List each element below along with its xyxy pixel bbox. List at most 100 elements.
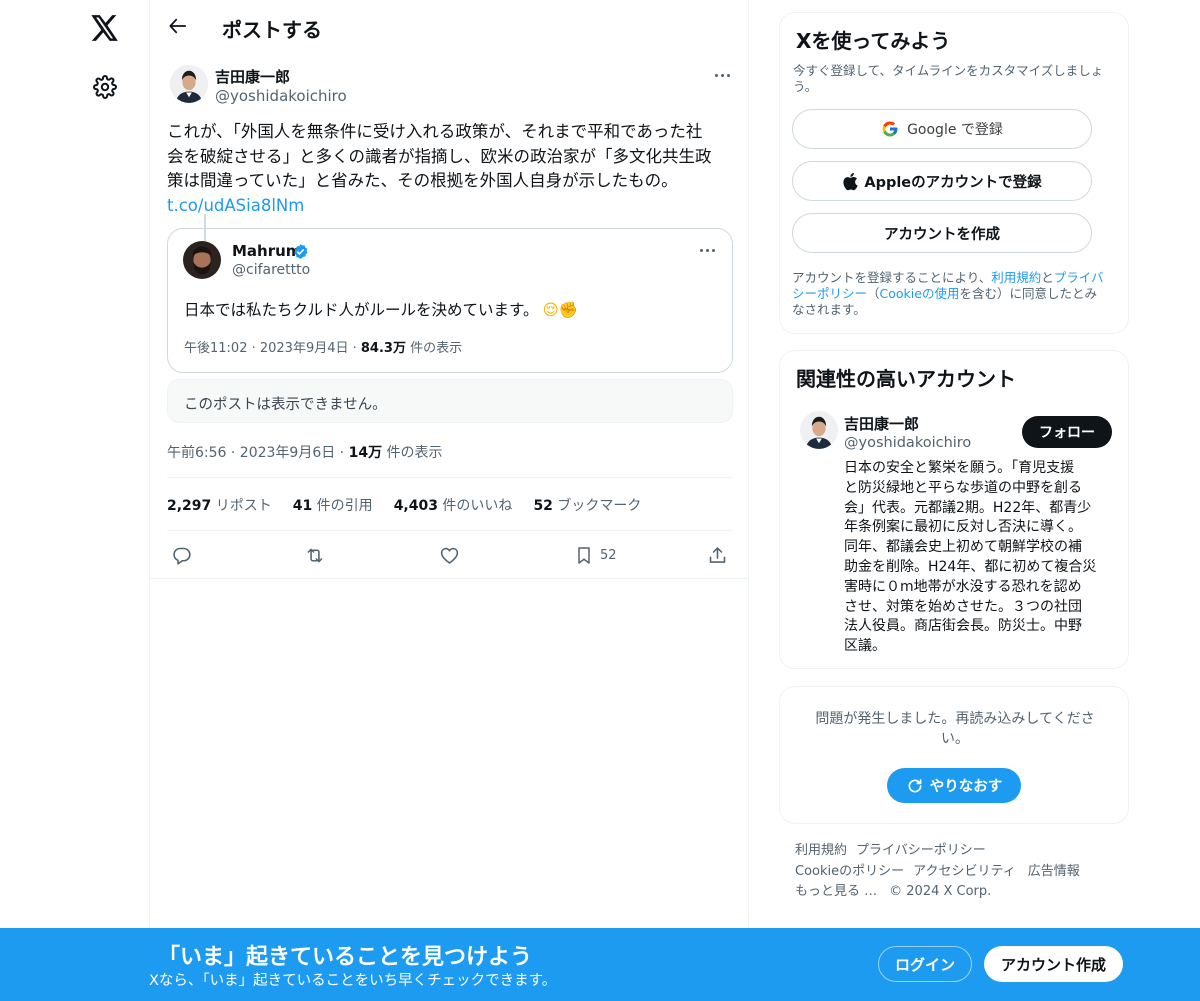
bookmarks-stat[interactable]: 52 ブックマーク xyxy=(533,495,641,515)
error-line-1: 問題が発生しました。再読み込みしてくださ xyxy=(815,711,1095,727)
quote-more-icon[interactable] xyxy=(700,249,715,252)
follow-label: フォロー xyxy=(1039,425,1095,441)
login-button[interactable]: ログイン xyxy=(878,946,972,982)
likes-stat[interactable]: 4,403 件のいいね xyxy=(394,495,513,515)
post-more-icon[interactable] xyxy=(715,74,730,77)
back-arrow-icon[interactable] xyxy=(164,12,192,40)
author-name[interactable]: 吉田康一郎 xyxy=(215,66,290,87)
footer-ads-link[interactable]: 広告情報 xyxy=(1028,864,1080,879)
quote-author-handle[interactable]: @cifarettto xyxy=(232,262,310,278)
signup-title: Xを使ってみよう xyxy=(796,29,951,53)
bookmarks-label: ブックマーク xyxy=(552,498,642,514)
relevant-title: 関連性の高いアカウント xyxy=(796,367,1016,391)
arrow-left-icon xyxy=(169,18,187,34)
likes-label: 件のいいね xyxy=(437,498,513,514)
post-stats: 2,297 リポスト 41 件の引用 4,403 件のいいね 52 ブックマーク xyxy=(167,495,641,515)
terms-text-2: を含む）に同意したとみ xyxy=(959,286,1097,301)
divider xyxy=(167,477,733,478)
reply-icon xyxy=(173,547,191,565)
google-signup-label: Google で登録 xyxy=(907,122,1003,138)
like-button[interactable] xyxy=(439,540,460,570)
bookmark-button[interactable]: 52 xyxy=(574,540,617,570)
post-detail-column: ポストする 吉田康一郎 @yoshidakoichiro これが、「外国人を無条… xyxy=(149,0,749,928)
bio-line: 会」代表。元都議2期。H22年、都青少 xyxy=(844,499,1092,516)
apple-signup-label: Appleのアカウントで登録 xyxy=(864,174,1042,191)
x-logo-icon[interactable] xyxy=(85,8,125,48)
bio-line: 日本の安全と繁栄を願う。「育児支援 xyxy=(844,460,1075,476)
apple-signup-button[interactable]: Appleのアカウントで登録 xyxy=(792,161,1092,201)
author-avatar[interactable] xyxy=(170,65,208,103)
settings-gear-icon[interactable] xyxy=(85,67,125,107)
signup-subtitle-line-2: う。 xyxy=(793,79,818,94)
create-account-button[interactable]: アカウントを作成 xyxy=(792,213,1092,253)
post-time[interactable]: 午前6:56 · 2023年9月6日 · xyxy=(167,445,349,461)
relevant-account-handle[interactable]: @yoshidakoichiro xyxy=(844,435,971,451)
bio-line: 区議。 xyxy=(844,638,886,655)
quote-author-avatar[interactable] xyxy=(183,241,221,279)
reposts-stat[interactable]: 2,297 リポスト xyxy=(167,495,272,515)
share-button[interactable] xyxy=(707,540,728,570)
quotes-stat[interactable]: 41 件の引用 xyxy=(293,495,373,515)
share-icon xyxy=(709,546,726,563)
footer-accessibility-link[interactable]: アクセシビリティ xyxy=(913,864,1016,879)
privacy-link[interactable]: プライバ xyxy=(1054,270,1104,285)
bio-line: と防災緑地と平らな歩道の中野を創る xyxy=(844,479,1082,496)
quotes-count: 41 xyxy=(292,498,313,514)
error-message: 問題が発生しました。再読み込みしてくださ い。 xyxy=(792,709,1118,749)
post-views-label: 件の表示 xyxy=(382,445,443,461)
page-title: ポストする xyxy=(222,18,322,42)
terms-text: アカウントを登録することにより、 xyxy=(792,270,992,285)
terms-link[interactable]: 利用規約 xyxy=(991,270,1041,285)
error-line-2: い。 xyxy=(941,731,969,747)
bookmark-icon xyxy=(578,546,590,564)
relevant-avatar-image xyxy=(800,411,838,449)
post-link[interactable]: t.co/udASia8lNm xyxy=(167,194,742,219)
apple-icon xyxy=(843,172,858,190)
relevant-account-name[interactable]: 吉田康一郎 xyxy=(844,413,919,434)
signup-subtitle-line-1: 今すぐ登録して、タイムラインをカスタマイズしましょ xyxy=(793,63,1104,78)
author-handle[interactable]: @yoshidakoichiro xyxy=(215,87,347,105)
divider xyxy=(150,578,748,579)
repost-icon xyxy=(307,548,323,562)
reply-button[interactable] xyxy=(171,540,192,570)
quote-views-count: 84.3万 xyxy=(360,341,406,356)
post-meta: 午前6:56 · 2023年9月6日 · 14万 件の表示 xyxy=(167,442,443,462)
retry-button[interactable]: やりなおす xyxy=(887,768,1021,803)
quote-avatar-image xyxy=(183,241,221,279)
footer-more-link[interactable]: もっと見る … xyxy=(795,884,877,899)
post-text: これが、「外国人を無条件に受け入れる政策が、それまで平和であった社 会を破綻させ… xyxy=(167,120,742,218)
quote-views-label: 件の表示 xyxy=(405,341,463,356)
relevant-account-avatar[interactable] xyxy=(800,411,838,449)
unavailable-text: このポストは表示できません。 xyxy=(184,397,387,413)
verified-check-icon xyxy=(294,244,308,259)
quoted-post-card[interactable]: Mahrum @cifarettto 日本では私たちクルド人がルールを決めていま… xyxy=(167,228,733,373)
repost-button[interactable] xyxy=(304,540,326,570)
google-signup-button[interactable]: Google で登録 xyxy=(792,109,1092,149)
create-account-label: アカウントを作成 xyxy=(884,226,1000,243)
terms-text-3: なされます。 xyxy=(792,302,866,317)
footer-terms-link[interactable]: 利用規約 xyxy=(795,843,847,858)
author-avatar-image xyxy=(170,65,208,103)
quote-text-body: 日本では私たちクルド人がルールを決めています。 xyxy=(184,301,539,319)
relevant-account-bio: 日本の安全と繁栄を願う。「育児支援 と防災緑地と平らな歩道の中野を創る 会」代表… xyxy=(844,459,1119,657)
quote-time[interactable]: 午後11:02 · 2023年9月4日 · xyxy=(184,341,361,356)
likes-count: 4,403 xyxy=(393,498,438,514)
google-icon xyxy=(882,121,898,137)
banner-subtitle: Xなら、「いま」起きていることをいち早くチェックできます。 xyxy=(149,973,557,989)
quote-text: 日本では私たちクルド人がルールを決めています。 😌✊ xyxy=(184,298,578,320)
footer-privacy-link[interactable]: プライバシーポリシー xyxy=(856,843,986,858)
cookie-use-link[interactable]: Cookieの使用 xyxy=(880,286,960,301)
post-text-line-1: これが、「外国人を無条件に受け入れる政策が、それまで平和であった社 xyxy=(167,122,703,141)
left-navigation xyxy=(0,0,150,928)
heart-icon xyxy=(440,547,459,564)
follow-button[interactable]: フォロー xyxy=(1022,416,1112,448)
retry-label: やりなおす xyxy=(929,779,1003,795)
bio-line: 害時に０m地帯が水没する恐れを認め xyxy=(844,578,1082,595)
bookmarks-count: 52 xyxy=(533,498,553,514)
footer-cookie-link[interactable]: Cookieのポリシー xyxy=(795,864,904,879)
privacy-link-cont[interactable]: シーポリシー xyxy=(792,286,867,301)
footer-links: 利用規約 プライバシーポリシー Cookieのポリシー アクセシビリティ 広告情報 も… xyxy=(795,841,1125,903)
banner-signup-label: アカウント作成 xyxy=(1000,955,1106,974)
login-banner: 「いま」起きていることを見つけよう Xなら、「いま」起きていることをいち早くチェ… xyxy=(0,928,1200,1001)
banner-signup-button[interactable]: アカウント作成 xyxy=(984,946,1123,982)
